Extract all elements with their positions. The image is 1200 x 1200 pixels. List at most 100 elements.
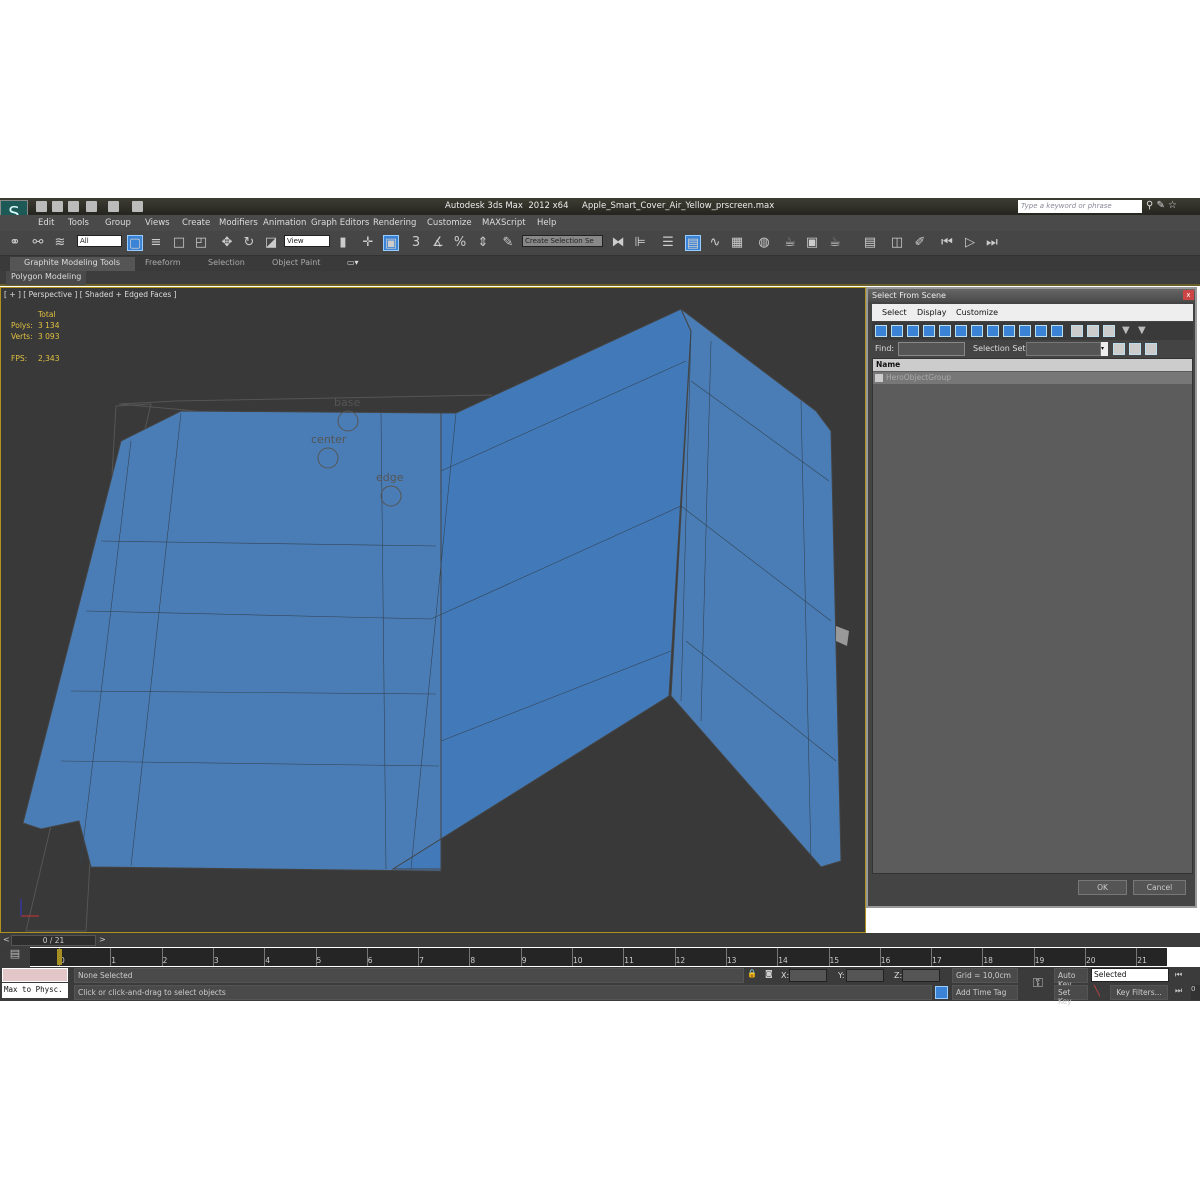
panel-polygon-modeling[interactable]: Polygon Modeling xyxy=(6,271,87,285)
dialog-menu-display[interactable]: Display xyxy=(917,308,947,317)
select-manipulate-icon[interactable]: ✛ xyxy=(360,235,376,251)
schematic-view-icon[interactable]: ▦ xyxy=(729,235,745,251)
redo-icon[interactable] xyxy=(108,201,119,212)
display-shapes-icon[interactable] xyxy=(891,325,903,337)
set-key-icon[interactable]: ⚿ xyxy=(1026,970,1050,998)
x-coordinate-field[interactable] xyxy=(789,969,827,982)
display-geometry-icon[interactable] xyxy=(875,325,887,337)
tab-graphite-modeling-tools[interactable]: Graphite Modeling Tools xyxy=(10,257,135,271)
chevron-down-icon[interactable]: ▾ xyxy=(1101,342,1108,356)
display-groups-icon[interactable] xyxy=(971,325,983,337)
infocenter-icons[interactable]: ⚲ ✎ ☆ xyxy=(1146,200,1177,211)
selection-set-dropdown[interactable] xyxy=(1026,342,1101,356)
go-to-start-icon[interactable]: ⏮ xyxy=(1175,970,1182,980)
save-icon[interactable] xyxy=(68,201,79,212)
render-production-icon[interactable]: ☕ xyxy=(827,235,843,251)
list-item[interactable]: HeroObjectGroup xyxy=(873,372,1192,384)
time-slider[interactable] xyxy=(0,933,1200,947)
scale-icon[interactable]: ◪ xyxy=(263,235,279,251)
layer-manager-icon[interactable]: ☰ xyxy=(660,235,676,251)
viewport-label[interactable]: [ + ] [ Perspective ] [ Shaded + Edged F… xyxy=(4,290,177,299)
display-spacewarps-icon[interactable] xyxy=(955,325,967,337)
add-time-tag-button[interactable]: Add Time Tag xyxy=(952,985,1018,1000)
find-input[interactable] xyxy=(898,342,965,356)
selection-filter-dropdown[interactable]: All xyxy=(77,235,122,247)
angle-snap-icon[interactable]: ∡ xyxy=(430,235,446,251)
dialog-menu-customize[interactable]: Customize xyxy=(956,308,998,317)
display-frozen-icon[interactable] xyxy=(1035,325,1047,337)
filter-icon[interactable]: ▼ xyxy=(1122,325,1134,337)
prev-frame-icon[interactable]: ⏮ xyxy=(939,235,955,251)
slider-next-button[interactable]: > xyxy=(99,935,106,944)
menu-animation[interactable]: Animation xyxy=(263,218,306,228)
display-helpers-icon[interactable] xyxy=(939,325,951,337)
selection-lock-icon[interactable]: 🔒 xyxy=(747,969,757,978)
unlink-icon[interactable]: ⚯ xyxy=(30,235,46,251)
maxscript-listener-mini[interactable] xyxy=(2,968,68,982)
key-mode-toggle-icon[interactable]: ⏭ xyxy=(1175,986,1182,996)
menu-create[interactable]: Create xyxy=(182,218,210,228)
graphite-toggle-icon[interactable]: ▤ xyxy=(685,235,701,251)
menu-group[interactable]: Group xyxy=(105,218,131,228)
select-object-icon[interactable]: ▢ xyxy=(127,235,143,251)
curve-editor-icon[interactable]: ∿ xyxy=(707,235,723,251)
display-containers-icon[interactable] xyxy=(1019,325,1031,337)
spinner-snap-icon[interactable]: ⇕ xyxy=(475,235,491,251)
ok-button[interactable]: OK xyxy=(1078,880,1127,895)
render-setup-icon[interactable]: ☕ xyxy=(782,235,798,251)
pivot-center-icon[interactable]: ▮ xyxy=(335,235,351,251)
menu-tools[interactable]: Tools xyxy=(68,218,89,228)
edit-named-selection-icon[interactable]: ✎ xyxy=(500,235,516,251)
display-hidden-icon[interactable] xyxy=(1051,325,1063,337)
next-frame-icon[interactable]: ⏭ xyxy=(984,235,1000,251)
new-file-icon[interactable] xyxy=(36,201,47,212)
rotate-icon[interactable]: ↻ xyxy=(241,235,257,251)
select-none-icon[interactable] xyxy=(1087,325,1099,337)
link-icon[interactable]: ⚭ xyxy=(7,235,23,251)
key-filters-button[interactable]: Key Filters... xyxy=(1110,985,1168,1000)
menu-modifiers[interactable]: Modifiers xyxy=(219,218,258,228)
bind-space-warp-icon[interactable]: ≋ xyxy=(52,235,68,251)
selection-set-remove-icon[interactable] xyxy=(1129,343,1141,355)
slider-prev-button[interactable]: < xyxy=(3,935,10,944)
filter-options-icon[interactable]: ▼ xyxy=(1138,325,1150,337)
time-slider-thumb[interactable]: 0 / 21 xyxy=(11,935,96,946)
menu-edit[interactable]: Edit xyxy=(38,218,54,228)
scene-explorer-icon[interactable]: ▤ xyxy=(862,235,878,251)
named-selection-set-dropdown[interactable]: Create Selection Se xyxy=(522,235,603,247)
key-mode-dropdown[interactable]: Selected xyxy=(1091,968,1169,982)
maxscript-input[interactable]: Max to Physc. xyxy=(2,983,68,998)
menu-graph-editors[interactable]: Graph Editors xyxy=(311,218,369,228)
display-lights-icon[interactable] xyxy=(907,325,919,337)
rendered-frame-window-icon[interactable]: ▣ xyxy=(804,235,820,251)
set-key-button[interactable]: Set Key xyxy=(1054,985,1088,1006)
align-icon[interactable]: ⊫ xyxy=(632,235,648,251)
keyboard-shortcut-override-icon[interactable]: ▣ xyxy=(383,235,399,251)
play-icon[interactable]: ▷ xyxy=(962,235,978,251)
open-file-icon[interactable] xyxy=(52,201,63,212)
mirror-icon[interactable]: ⧓ xyxy=(610,235,626,251)
ribbon-options-icon[interactable]: ▭▾ xyxy=(347,258,359,267)
project-folder-icon[interactable] xyxy=(132,201,143,212)
current-frame-marker[interactable] xyxy=(57,949,62,965)
current-frame-field[interactable]: 0 xyxy=(1191,985,1200,1000)
select-all-icon[interactable] xyxy=(1071,325,1083,337)
absolute-mode-icon[interactable]: ◙ xyxy=(765,969,773,978)
percent-snap-icon[interactable]: % xyxy=(452,235,468,251)
snaps-toggle-icon[interactable]: 3 xyxy=(408,235,424,251)
perspective-viewport[interactable]: base center edge xyxy=(0,287,866,933)
display-bones-icon[interactable] xyxy=(1003,325,1015,337)
time-tag-icon[interactable] xyxy=(935,986,948,999)
column-header-name[interactable]: Name xyxy=(873,359,1192,371)
menu-rendering[interactable]: Rendering xyxy=(373,218,416,228)
containers-icon[interactable]: ◫ xyxy=(889,235,905,251)
rectangle-selection-icon[interactable]: □ xyxy=(171,235,187,251)
display-xrefs-icon[interactable] xyxy=(987,325,999,337)
dialog-menu-select[interactable]: Select xyxy=(882,308,907,317)
menu-customize[interactable]: Customize xyxy=(427,218,472,228)
y-coordinate-field[interactable] xyxy=(846,969,884,982)
reference-coord-dropdown[interactable]: View xyxy=(284,235,330,247)
tab-freeform[interactable]: Freeform xyxy=(145,258,181,267)
window-crossing-icon[interactable]: ◰ xyxy=(193,235,209,251)
tab-object-paint[interactable]: Object Paint xyxy=(272,258,320,267)
